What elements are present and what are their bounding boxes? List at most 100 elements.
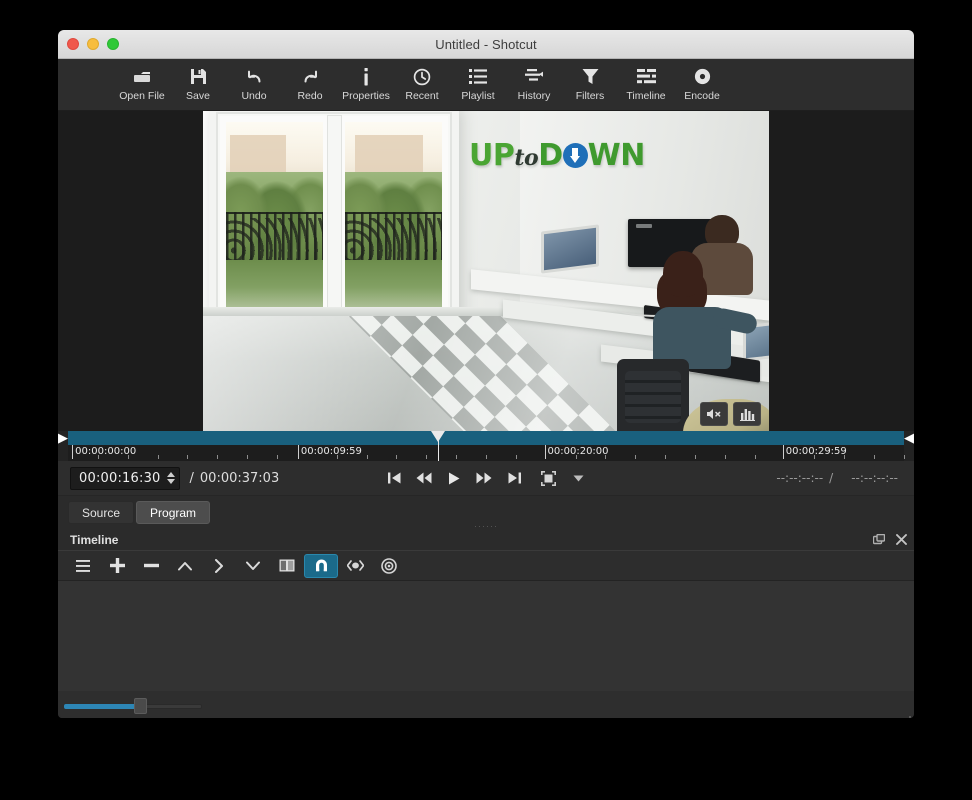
ripple-all-tracks-button[interactable] bbox=[372, 554, 406, 578]
current-timecode-field[interactable]: 00:00:16:30 bbox=[70, 466, 180, 490]
ruler-minor-tick bbox=[575, 455, 577, 459]
toolbar-playlist-button[interactable]: Playlist bbox=[450, 67, 506, 102]
timeline-tracks-area[interactable] bbox=[58, 581, 914, 691]
undo-arrow-icon bbox=[246, 67, 263, 86]
lift-button[interactable] bbox=[168, 554, 202, 578]
fast-forward-icon bbox=[476, 472, 492, 484]
selection-square-icon bbox=[540, 470, 556, 486]
split-button[interactable] bbox=[236, 554, 270, 578]
slider-handle[interactable] bbox=[133, 698, 147, 714]
player-ruler[interactable]: ▶ ◀ 00:00:00:00 00:00:09:59 00:00:20:00 00:… bbox=[58, 431, 914, 461]
toolbar-timeline-button[interactable]: Timeline bbox=[618, 67, 674, 102]
toolbar-properties-button[interactable]: Properties bbox=[338, 67, 394, 102]
toolbar-redo-button[interactable]: Redo bbox=[282, 67, 338, 102]
tab-program[interactable]: Program bbox=[136, 501, 211, 524]
maximize-window-button[interactable] bbox=[107, 38, 119, 50]
shotcut-window: Untitled - Shotcut Open File Save Undo R… bbox=[58, 30, 914, 718]
toolbar-undo-button[interactable]: Undo bbox=[226, 67, 282, 102]
chevron-up-icon bbox=[178, 561, 192, 570]
append-button[interactable] bbox=[100, 554, 134, 578]
stepper-down-icon[interactable] bbox=[166, 479, 175, 484]
uptodown-wall-logo: UPtoD WN bbox=[469, 138, 645, 173]
video-player-area: UPtoD WN bbox=[58, 111, 914, 431]
rewind-button[interactable] bbox=[415, 469, 433, 487]
window-mullion bbox=[327, 116, 341, 320]
skip-to-start-button[interactable] bbox=[385, 469, 403, 487]
toolbar-history-button[interactable]: History bbox=[506, 67, 562, 102]
ruler-minor-tick bbox=[814, 455, 816, 459]
snap-button[interactable] bbox=[304, 553, 338, 578]
tab-source[interactable]: Source bbox=[68, 501, 135, 524]
playhead[interactable] bbox=[431, 431, 446, 461]
ruler-minor-tick bbox=[515, 455, 517, 459]
toolbar-open-file-button[interactable]: Open File bbox=[114, 67, 170, 102]
ruler-minor-tick bbox=[665, 455, 667, 459]
out-point-marker[interactable]: ◀ bbox=[904, 431, 914, 447]
ruler-minor-tick bbox=[187, 455, 189, 459]
target-icon bbox=[381, 557, 397, 574]
disc-icon bbox=[694, 67, 711, 86]
selection-in-timecode: --:--:--:-- bbox=[776, 471, 824, 485]
chevron-down-icon bbox=[246, 561, 260, 570]
timeline-menu-button[interactable] bbox=[66, 554, 100, 578]
fast-forward-button[interactable] bbox=[475, 469, 493, 487]
timeline-toolbar bbox=[58, 551, 914, 581]
minus-icon bbox=[143, 563, 159, 568]
office-chair bbox=[617, 359, 689, 431]
current-timecode-value: 00:00:16:30 bbox=[79, 470, 161, 486]
mute-button[interactable] bbox=[700, 402, 728, 426]
head bbox=[663, 251, 703, 297]
toolbar-label: Undo bbox=[241, 90, 267, 102]
toolbar-filters-button[interactable]: Filters bbox=[562, 67, 618, 102]
toggle-track-button[interactable] bbox=[270, 554, 304, 578]
play-button[interactable] bbox=[445, 469, 463, 487]
window-resize-grip[interactable] bbox=[897, 712, 911, 718]
selection-timecodes: --:--:--:-- / --:--:--:-- bbox=[776, 471, 898, 485]
timeline-panel-header-buttons bbox=[872, 533, 908, 547]
timecode-stepper[interactable] bbox=[166, 472, 177, 484]
panel-splitter-handle[interactable]: ······ bbox=[474, 521, 498, 531]
ruler-minor-tick bbox=[904, 455, 905, 459]
toolbar-label: Properties bbox=[342, 90, 390, 102]
audio-levels-button[interactable] bbox=[733, 402, 761, 426]
stepper-up-icon[interactable] bbox=[166, 472, 175, 477]
undock-icon bbox=[873, 533, 885, 544]
close-panel-button[interactable] bbox=[894, 533, 908, 547]
logo-to: to bbox=[514, 145, 539, 171]
ruler-time-label: 00:00:29:59 bbox=[785, 446, 847, 457]
toolbar-encode-button[interactable]: Encode bbox=[674, 67, 730, 102]
laptop bbox=[541, 224, 599, 274]
ripple-delete-button[interactable] bbox=[134, 554, 168, 578]
player-overlay-buttons bbox=[700, 402, 761, 426]
skip-to-end-button[interactable] bbox=[505, 469, 523, 487]
audio-meter-icon bbox=[739, 409, 755, 421]
toolbar-recent-button[interactable]: Recent bbox=[394, 67, 450, 102]
playback-controls bbox=[385, 469, 587, 487]
float-panel-button[interactable] bbox=[872, 533, 886, 547]
close-window-button[interactable] bbox=[67, 38, 79, 50]
close-icon bbox=[895, 534, 907, 545]
logo-up: UP bbox=[469, 138, 515, 173]
overwrite-button[interactable] bbox=[202, 554, 236, 578]
minimize-window-button[interactable] bbox=[87, 38, 99, 50]
video-frame[interactable]: UPtoD WN bbox=[203, 111, 769, 431]
scrub-icon bbox=[346, 560, 364, 571]
ruler-minor-tick bbox=[456, 455, 458, 459]
ruler-minor-tick bbox=[874, 455, 876, 459]
toolbar-label: Timeline bbox=[626, 90, 666, 102]
in-point-marker[interactable]: ▶ bbox=[58, 431, 68, 447]
grab-frame-button[interactable] bbox=[539, 469, 557, 487]
player-options-dropdown[interactable] bbox=[569, 469, 587, 487]
clock-icon bbox=[413, 67, 431, 86]
toolbar-save-button[interactable]: Save bbox=[170, 67, 226, 102]
toolbar-label: Encode bbox=[684, 90, 720, 102]
monitor-brand bbox=[636, 224, 652, 228]
timeline-zoom-slider[interactable] bbox=[64, 698, 202, 714]
rewind-icon bbox=[416, 472, 432, 484]
scrub-while-dragging-button[interactable] bbox=[338, 554, 372, 578]
ruler-major-tick bbox=[782, 445, 784, 459]
toolbar-label: Recent bbox=[405, 90, 439, 102]
window-pane-left bbox=[220, 116, 329, 320]
duration-separator: / bbox=[189, 470, 194, 486]
hamburger-menu-icon bbox=[76, 559, 90, 572]
